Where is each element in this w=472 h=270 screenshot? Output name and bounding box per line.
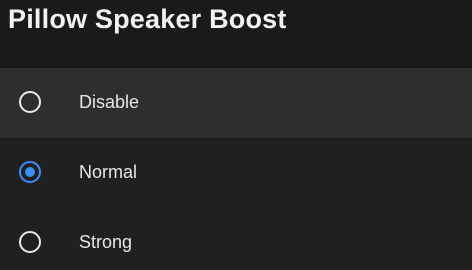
option-label: Normal xyxy=(79,162,138,182)
option-strong[interactable]: Strong xyxy=(0,208,472,270)
pillow-speaker-boost-dialog: Pillow Speaker Boost Disable Normal Stro… xyxy=(0,0,472,270)
option-label: Strong xyxy=(79,232,133,252)
radio-unchecked-icon[interactable] xyxy=(19,91,41,113)
radio-checked-icon[interactable] xyxy=(19,161,41,183)
radio-unchecked-icon[interactable] xyxy=(19,231,41,253)
dialog-header: Pillow Speaker Boost xyxy=(0,0,472,68)
dialog-title: Pillow Speaker Boost xyxy=(8,4,287,34)
option-label: Disable xyxy=(79,92,140,112)
radio-dot-icon xyxy=(25,167,35,177)
option-disable[interactable]: Disable xyxy=(0,68,472,138)
boost-options-list: Disable Normal Strong xyxy=(0,68,472,270)
option-normal[interactable]: Normal xyxy=(0,138,472,208)
